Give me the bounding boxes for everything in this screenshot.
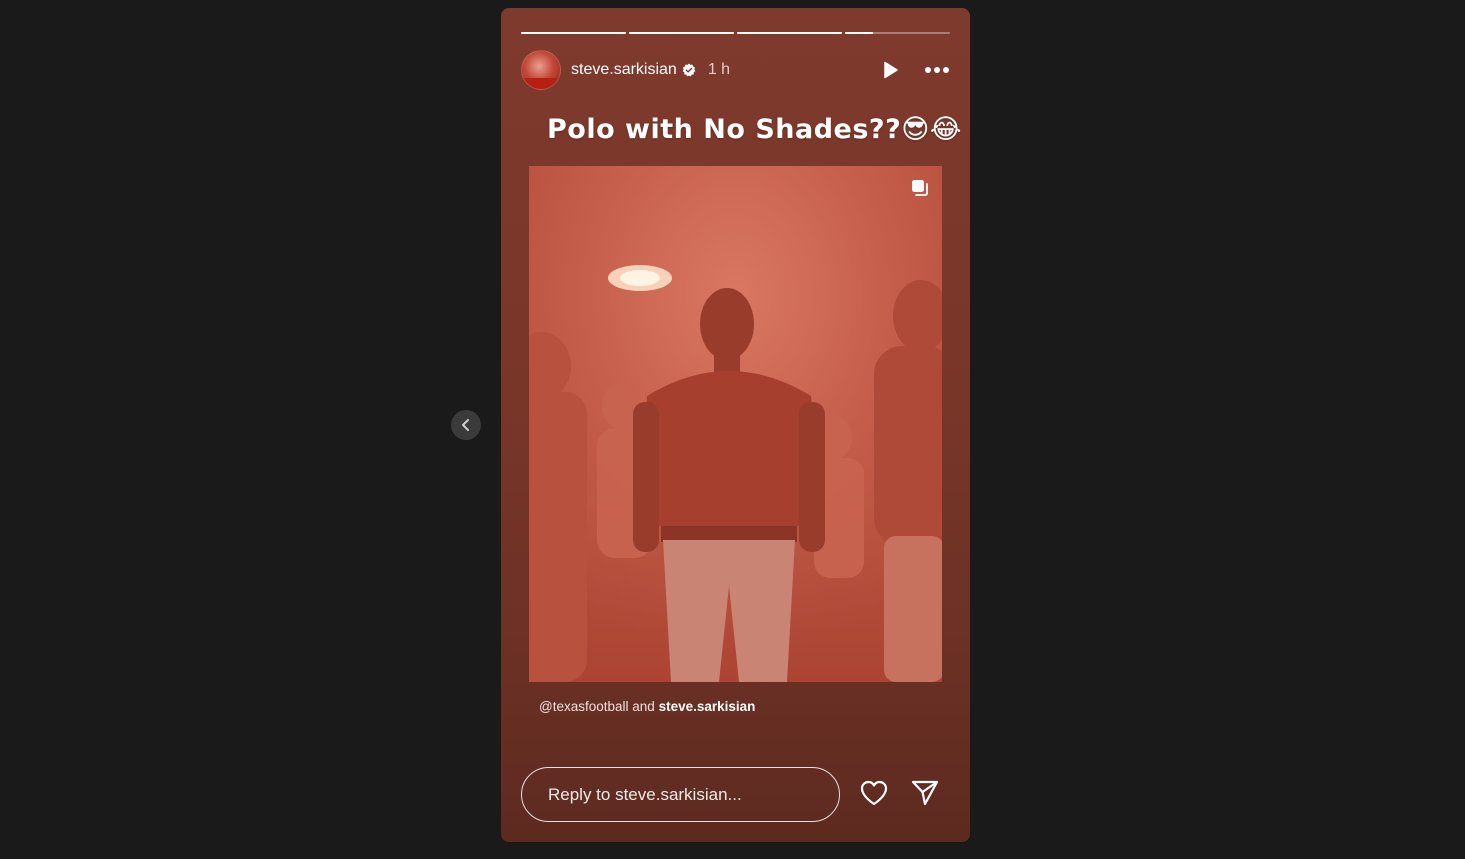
carousel-icon [910,178,930,203]
post-image [529,166,942,682]
like-button[interactable] [859,779,889,807]
play-icon [884,61,898,79]
avatar[interactable] [521,50,561,90]
post-mentions: @texasfootball and steve.sarkisian [539,699,755,714]
more-horizontal-icon [925,67,949,73]
progress-segment [737,32,842,34]
previous-story-button[interactable] [451,410,481,440]
more-options-button[interactable] [924,66,950,74]
caption-text: Polo with No Shades?? [547,114,902,145]
play-button[interactable] [880,60,900,80]
story-caption: Polo with No Shades??😎😂 [501,114,970,145]
progress-segment [521,32,626,34]
username[interactable]: steve.sarkisian [571,61,677,79]
verified-badge-icon [682,63,696,77]
story-viewer: steve.sarkisian 1 h Polo with No Shades?… [501,8,970,842]
shared-post[interactable] [529,166,942,682]
chevron-left-icon [462,419,469,431]
mention-user[interactable]: steve.sarkisian [659,699,756,714]
progress-segment [845,32,950,34]
share-button[interactable] [910,779,940,807]
post-time: 1 h [707,61,731,78]
story-header: steve.sarkisian 1 h [521,50,950,90]
heart-icon [860,780,888,806]
caption-emojis: 😎😂 [901,114,962,145]
progress-segment [629,32,734,34]
mention-joiner: and [632,699,655,714]
send-icon [911,780,939,806]
mention-handle[interactable]: @texasfootball [539,699,629,714]
reply-input[interactable] [521,767,840,822]
story-progress [521,32,950,34]
